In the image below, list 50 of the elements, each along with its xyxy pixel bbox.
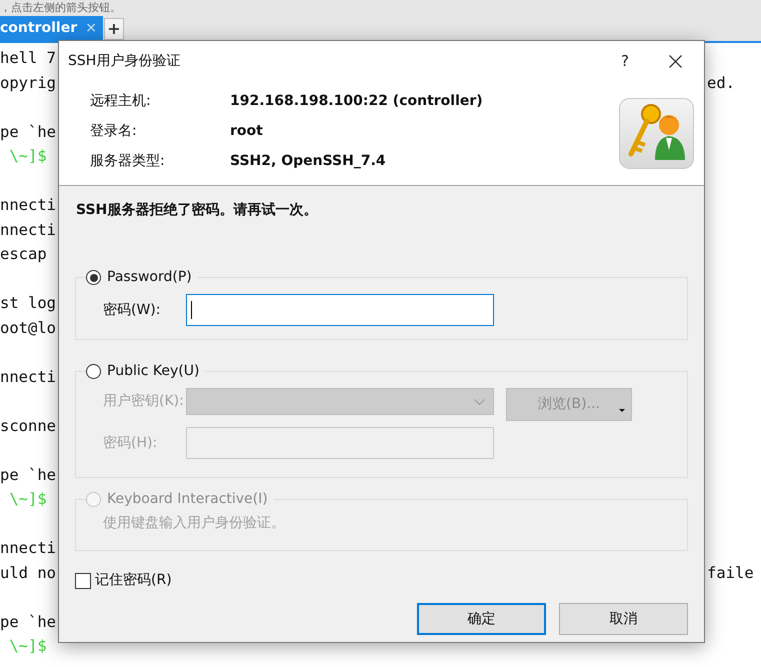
info-label: 登录名: [90, 122, 138, 140]
dropdown-arrow-icon [619, 409, 625, 412]
passphrase-field[interactable] [186, 427, 494, 459]
dialog-title: SSH用户身份验证 [68, 52, 180, 70]
terminal-line: opyrig [0, 72, 56, 94]
password-field[interactable] [186, 294, 494, 326]
terminal-line: oot@lo [0, 318, 56, 338]
info-value: root [230, 122, 263, 140]
terminal-line: faile [707, 562, 755, 584]
terminal-line: \~]$ [8, 489, 47, 510]
checkbox[interactable] [75, 572, 91, 588]
terminal-line: pe `he [0, 612, 56, 632]
terminal-line: hell 7 [0, 48, 56, 69]
info-value: SSH2, OpenSSH_7.4 [230, 152, 386, 170]
terminal-line: nnecti [0, 366, 56, 388]
new-tab-button[interactable]: + [104, 18, 124, 40]
chevron-down-icon [474, 398, 485, 404]
close-icon[interactable] [669, 54, 682, 68]
field-label: 用户密钥(K): [102, 392, 185, 411]
help-button[interactable]: ? [621, 50, 629, 72]
terminal-line: sconne [0, 416, 56, 436]
info-value: 192.168.198.100:22 (controller) [230, 92, 483, 110]
radio-button[interactable] [86, 270, 101, 285]
terminal-line: nnecti [0, 220, 56, 240]
terminal-line: pe `he [0, 122, 56, 142]
terminal-line: uld no [0, 562, 56, 584]
radio-button[interactable] [86, 364, 101, 379]
hint-text: ，点击左侧的箭头按钮。 [0, 0, 121, 16]
terminal-line: \~]$ [8, 636, 47, 657]
dialog-button[interactable]: 取消 [559, 603, 688, 635]
terminal-line: st log [0, 293, 56, 314]
terminal-line: ed. [707, 72, 736, 94]
info-label: 服务器类型: [90, 152, 166, 170]
checkbox-label[interactable]: 记住密码(R) [95, 570, 172, 591]
key-user-icon [619, 98, 694, 169]
session-tab[interactable]: controller × [0, 16, 103, 41]
info-label: 远程主机: [90, 92, 152, 110]
terminal-line: nnecti [0, 538, 56, 559]
field-label: 密码(W): [102, 300, 162, 320]
terminal-line: escap [0, 244, 47, 265]
radio-label[interactable]: Public Key(U) [107, 361, 200, 382]
error-message: SSH服务器拒绝了密码。请再试一次。 [75, 200, 318, 220]
dialog-button[interactable]: 确定 [417, 603, 546, 635]
text-caret-icon [191, 301, 192, 319]
terminal-line: \~]$ [8, 146, 47, 167]
terminal-line: nnecti [0, 195, 56, 216]
terminal-line: pe `he [0, 464, 56, 486]
method-description: 使用键盘输入用户身份验证。 [102, 514, 285, 533]
radio-label[interactable]: Password(P) [107, 267, 192, 288]
field-label: 密码(H): [102, 434, 158, 452]
